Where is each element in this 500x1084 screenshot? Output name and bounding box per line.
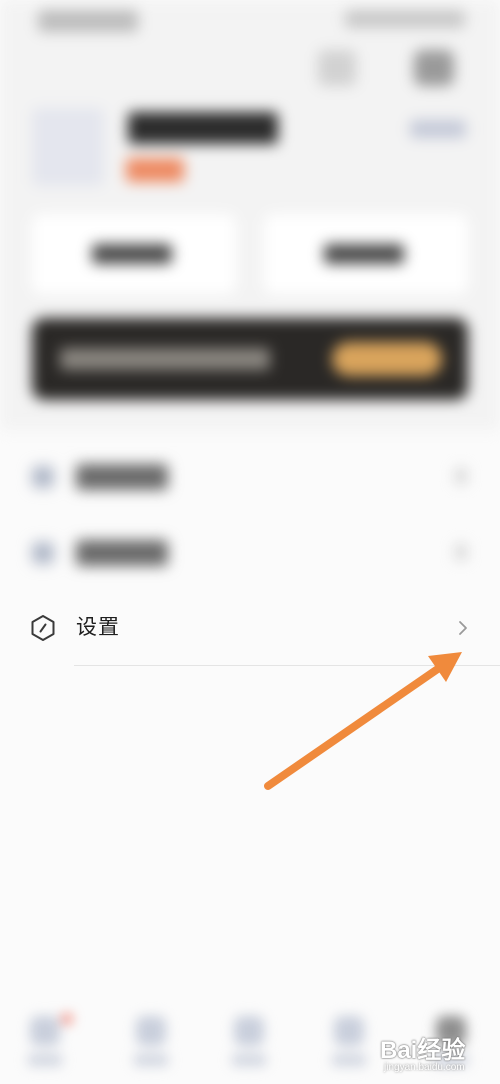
blurred-content (0, 0, 500, 590)
message-icon[interactable] (414, 50, 454, 86)
notification-dot (62, 1014, 72, 1024)
stat-card-right-label (324, 244, 404, 264)
scan-icon[interactable] (318, 50, 356, 86)
profile-link[interactable] (410, 120, 466, 138)
member-badge (126, 158, 184, 182)
menu-divider (74, 665, 500, 666)
chevron-right-icon (456, 544, 466, 560)
baidu-jingyan-watermark: Bai经验 jingyan.baidu.com (380, 1026, 500, 1080)
menu-item-1-icon (32, 466, 54, 488)
nav-tab-2-label (134, 1054, 168, 1066)
nav-tab-3-icon[interactable] (234, 1016, 264, 1046)
vip-banner-button[interactable] (332, 342, 442, 376)
nav-tab-4-icon[interactable] (334, 1016, 364, 1046)
menu-item-2-icon (32, 542, 54, 564)
vip-banner-text (60, 348, 270, 370)
avatar[interactable] (32, 108, 104, 186)
nav-tab-2-icon[interactable] (136, 1016, 166, 1046)
hexagon-settings-icon (31, 615, 55, 641)
nav-home-label (28, 1054, 62, 1066)
stat-card-left-label (92, 244, 172, 264)
menu-item-settings-label: 设置 (76, 616, 120, 639)
profile-page: 设置 Bai经验 jingyan.baidu.com (0, 0, 500, 1084)
watermark-url: jingyan.baidu.com (384, 1062, 465, 1073)
menu-item-1-label (76, 464, 168, 490)
menu-item-settings[interactable]: 设置 (0, 594, 500, 666)
nav-home-icon[interactable] (30, 1016, 60, 1046)
stat-card-left[interactable] (32, 214, 236, 294)
user-name (128, 112, 278, 144)
menu-item-1[interactable] (30, 456, 470, 496)
chevron-right-icon (456, 468, 466, 484)
menu-item-2-label (76, 540, 168, 566)
stat-card-right[interactable] (264, 214, 468, 294)
nav-tab-4-label (332, 1054, 366, 1066)
menu-item-2[interactable] (30, 532, 470, 572)
watermark-brand: Bai经验 (380, 1037, 466, 1064)
chevron-right-icon (459, 621, 467, 635)
vip-banner[interactable] (32, 318, 468, 400)
nav-tab-3-label (232, 1054, 266, 1066)
status-bar-right (345, 10, 465, 28)
status-bar-left (38, 10, 138, 32)
